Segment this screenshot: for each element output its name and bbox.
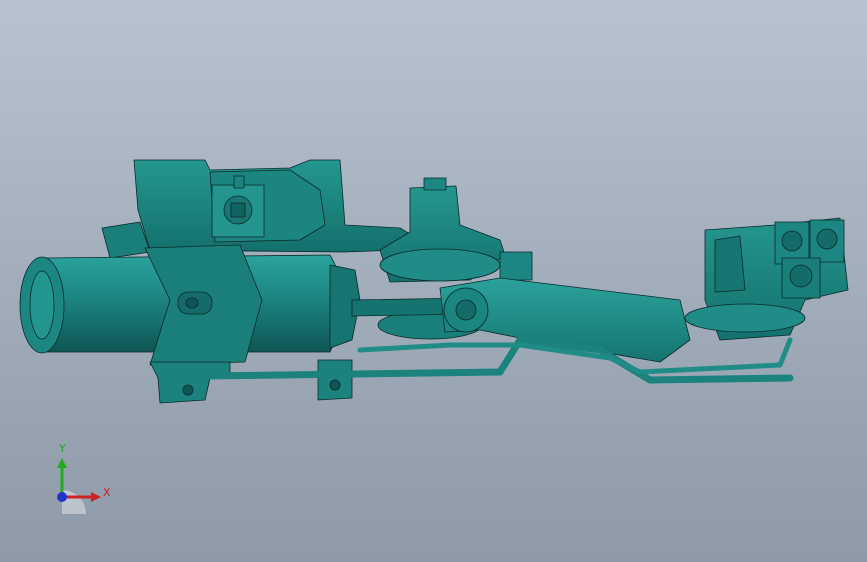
left-fittings [101,221,151,259]
pivot-disk-upper [379,248,501,282]
axis-triad-icon [57,458,101,514]
end-head-disk [684,303,806,333]
cad-graphics-viewport[interactable]: Y X [0,0,867,562]
y-axis-label: Y [59,442,66,455]
coordinate-triad [40,438,120,518]
x-axis-label: X [103,486,111,499]
3d-model[interactable] [0,0,867,562]
lower-mount-left [149,361,231,404]
